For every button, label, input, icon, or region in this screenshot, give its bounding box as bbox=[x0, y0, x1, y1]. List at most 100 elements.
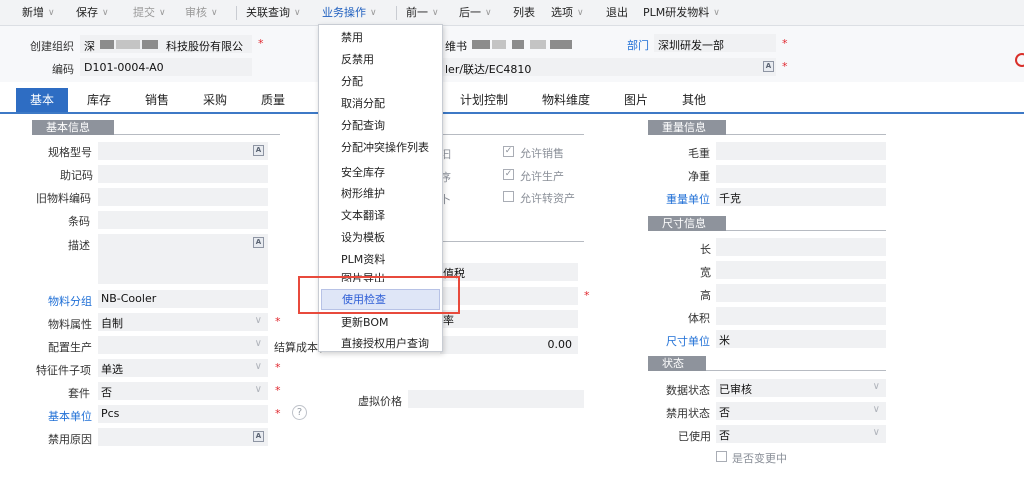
tab-basic[interactable]: 基本 bbox=[16, 88, 68, 112]
menu-item-assign-conflict-list[interactable]: 分配冲突操作列表 bbox=[319, 137, 442, 159]
exit-button[interactable]: 退出 bbox=[606, 0, 628, 26]
tab-purchase[interactable]: 采购 bbox=[190, 88, 240, 112]
new-button[interactable]: 新增 ∨ bbox=[22, 0, 55, 26]
prev-button[interactable]: 前一 ∨ bbox=[406, 0, 439, 26]
kit-value: 否 bbox=[101, 386, 112, 399]
config-select[interactable]: ∨ bbox=[98, 336, 268, 354]
multilang-icon[interactable]: A bbox=[763, 61, 774, 72]
width-input[interactable] bbox=[716, 261, 886, 279]
section-divider bbox=[440, 241, 584, 242]
audit-button[interactable]: 审核 ∨ bbox=[185, 0, 218, 26]
menu-item-set-template[interactable]: 设为模板 bbox=[319, 227, 442, 249]
menu-item-assign[interactable]: 分配 bbox=[319, 71, 442, 93]
chevron-down-icon[interactable]: ∨ bbox=[48, 0, 55, 26]
attr-select[interactable]: 自制 ∨ bbox=[98, 313, 268, 331]
allow-asset-checkbox[interactable] bbox=[503, 191, 514, 202]
kit-select[interactable]: 否 ∨ bbox=[98, 382, 268, 400]
tab-plan-control[interactable]: 计划控制 bbox=[452, 88, 516, 112]
section-divider bbox=[440, 134, 584, 135]
desc-textarea[interactable]: A bbox=[98, 234, 268, 284]
chevron-down-icon[interactable]: ∨ bbox=[577, 0, 584, 26]
redacted-text bbox=[512, 40, 524, 49]
chevron-down-icon[interactable]: ∨ bbox=[713, 0, 720, 26]
menu-item-cancel-assign[interactable]: 取消分配 bbox=[319, 93, 442, 115]
menu-item-disable[interactable]: 禁用 bbox=[319, 27, 442, 49]
spec-input[interactable]: A bbox=[98, 142, 268, 160]
data-status-label: 数据状态 bbox=[666, 384, 710, 397]
cost-input[interactable]: 0.00 bbox=[440, 336, 578, 354]
net-weight-input[interactable] bbox=[716, 165, 886, 183]
mnemonic-input[interactable] bbox=[98, 165, 268, 183]
close-icon[interactable] bbox=[1015, 53, 1024, 67]
tab-images[interactable]: 图片 bbox=[616, 88, 656, 112]
menu-item-update-bom[interactable]: 更新BOM bbox=[319, 312, 442, 334]
chevron-down-icon[interactable]: ∨ bbox=[102, 0, 109, 26]
volume-input[interactable] bbox=[716, 307, 886, 325]
multilang-icon[interactable]: A bbox=[253, 237, 264, 248]
org-value-suffix: 科技股份有限公 bbox=[166, 40, 243, 53]
required-mark: * bbox=[275, 407, 281, 420]
chevron-down-icon[interactable]: ∨ bbox=[159, 0, 166, 26]
tab-quality[interactable]: 质量 bbox=[248, 88, 298, 112]
plm-material-button[interactable]: PLM研发物料 ∨ bbox=[643, 0, 720, 26]
tab-inventory[interactable]: 库存 bbox=[74, 88, 124, 112]
tab-bar: 基本 库存 销售 采购 质量 计划控制 物料维度 图片 其他 bbox=[0, 88, 1024, 114]
data-status-select[interactable]: 已审核 ∨ bbox=[716, 379, 886, 397]
menu-item-text-translate[interactable]: 文本翻译 bbox=[319, 205, 442, 227]
chevron-down-icon[interactable]: ∨ bbox=[211, 0, 218, 26]
allow-sales-checkbox[interactable]: ✓ bbox=[503, 146, 514, 157]
used-select[interactable]: 否 ∨ bbox=[716, 425, 886, 443]
menu-item-authorized-user-query[interactable]: 直接授权用户查询 bbox=[319, 333, 442, 355]
weight-unit-label[interactable]: 重量单位 bbox=[666, 191, 710, 207]
barcode-input[interactable] bbox=[98, 211, 268, 229]
submit-button[interactable]: 提交 ∨ bbox=[133, 0, 166, 26]
height-input[interactable] bbox=[716, 284, 886, 302]
tax-rate-input[interactable] bbox=[440, 287, 578, 305]
toolbar-divider bbox=[236, 6, 237, 20]
tab-material-dimension[interactable]: 物料维度 bbox=[534, 88, 598, 112]
unit-label[interactable]: 基本单位 bbox=[48, 408, 92, 424]
menu-item-safety-stock[interactable]: 安全库存 bbox=[319, 162, 442, 184]
chevron-down-icon: ∨ bbox=[254, 361, 262, 372]
menu-item-tree-maintain[interactable]: 树形维护 bbox=[319, 183, 442, 205]
business-ops-label: 业务操作 bbox=[322, 6, 366, 19]
related-query-button[interactable]: 关联查询 ∨ bbox=[246, 0, 301, 26]
name-partial: 维书 bbox=[445, 40, 467, 53]
multilang-icon[interactable]: A bbox=[253, 145, 264, 156]
list-button[interactable]: 列表 bbox=[513, 0, 535, 26]
disable-reason-input[interactable]: A bbox=[98, 428, 268, 446]
group-label[interactable]: 物料分组 bbox=[48, 293, 92, 309]
virtual-price-input[interactable] bbox=[408, 390, 584, 408]
disable-status-select[interactable]: 否 ∨ bbox=[716, 402, 886, 420]
options-button[interactable]: 选项 ∨ bbox=[551, 0, 584, 26]
weight-unit-input[interactable]: 千克 bbox=[716, 188, 886, 206]
dept-label[interactable]: 部门 bbox=[627, 37, 649, 53]
next-button[interactable]: 后一 ∨ bbox=[459, 0, 492, 26]
menu-item-enable[interactable]: 反禁用 bbox=[319, 49, 442, 71]
chevron-down-icon[interactable]: ∨ bbox=[370, 0, 377, 26]
group-input[interactable]: NB-Cooler bbox=[98, 290, 268, 308]
menu-item-plm-data[interactable]: PLM资料 bbox=[319, 249, 442, 271]
chevron-down-icon[interactable]: ∨ bbox=[432, 0, 439, 26]
allow-production-checkbox[interactable]: ✓ bbox=[503, 169, 514, 180]
tab-sales[interactable]: 销售 bbox=[132, 88, 182, 112]
multilang-icon[interactable]: A bbox=[253, 431, 264, 442]
tax-input[interactable]: 值税 bbox=[440, 263, 578, 281]
unit-input[interactable]: Pcs bbox=[98, 405, 268, 423]
tab-other[interactable]: 其他 bbox=[674, 88, 714, 112]
business-ops-button[interactable]: 业务操作 ∨ bbox=[322, 0, 377, 26]
save-button[interactable]: 保存 ∨ bbox=[76, 0, 109, 26]
changing-checkbox[interactable] bbox=[716, 451, 727, 462]
old-code-input[interactable] bbox=[98, 188, 268, 206]
next-label: 后一 bbox=[459, 6, 481, 19]
length-input[interactable] bbox=[716, 238, 886, 256]
gross-weight-input[interactable] bbox=[716, 142, 886, 160]
size-unit-label[interactable]: 尺寸单位 bbox=[666, 333, 710, 349]
chevron-down-icon[interactable]: ∨ bbox=[485, 0, 492, 26]
menu-item-assign-query[interactable]: 分配查询 bbox=[319, 115, 442, 137]
size-unit-input[interactable]: 米 bbox=[716, 330, 886, 348]
feature-select[interactable]: 单选 ∨ bbox=[98, 359, 268, 377]
help-icon[interactable]: ? bbox=[292, 405, 307, 420]
chevron-down-icon[interactable]: ∨ bbox=[294, 0, 301, 26]
rate-input[interactable]: 率 bbox=[440, 310, 578, 328]
